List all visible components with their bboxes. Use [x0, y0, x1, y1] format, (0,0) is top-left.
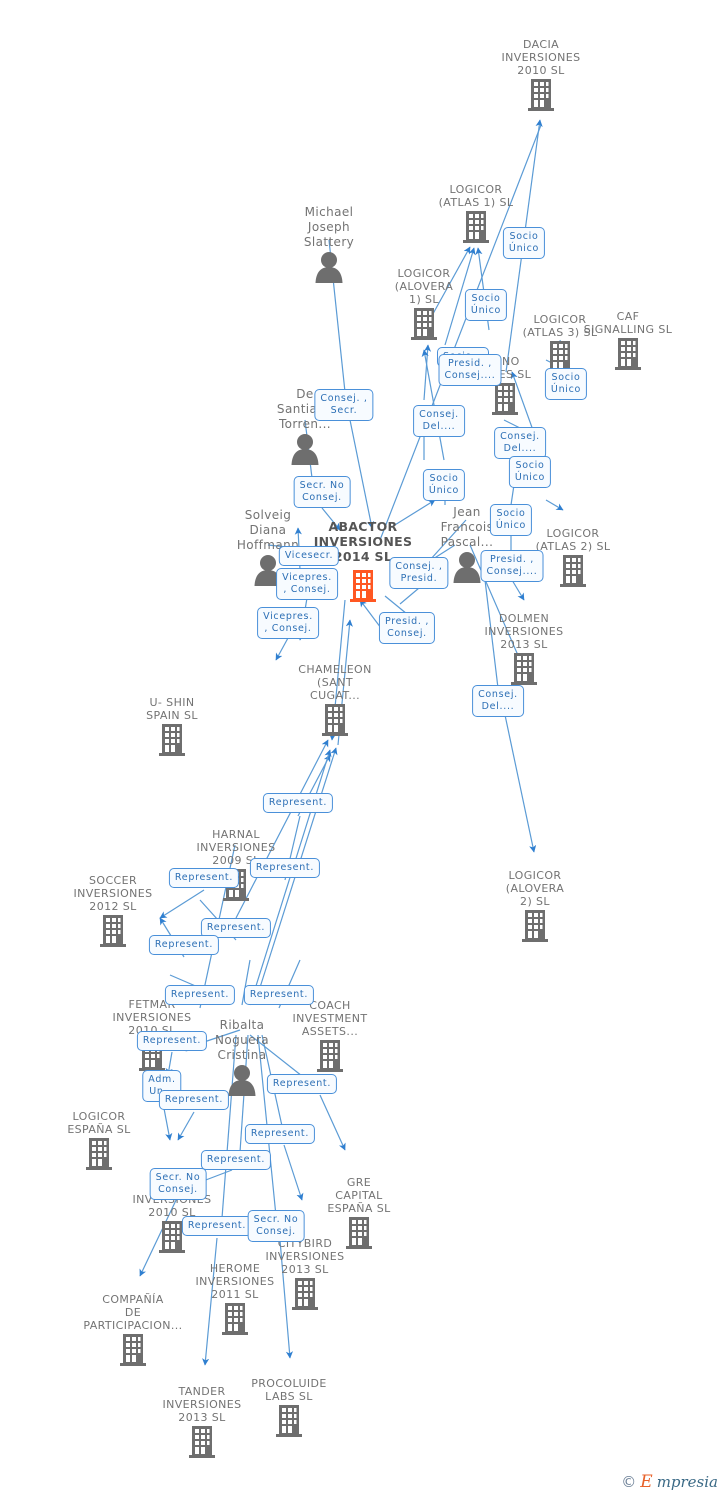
graph-edge [399, 587, 420, 605]
company-node-procoluide[interactable]: PROCOLUIDE LABS SL [234, 1377, 344, 1437]
company-node-alovera1[interactable]: LOGICOR (ALOVERA 1) SL [369, 267, 479, 340]
node-label: DACIA INVERSIONES 2010 SL [501, 38, 581, 77]
node-label: COMPAÑÍA DE PARTICIPACION... [83, 1293, 183, 1332]
relation-label-l30[interactable]: Represent. [266, 1074, 338, 1094]
company-icon [234, 1403, 344, 1437]
node-label: PROCOLUIDE LABS SL [251, 1377, 327, 1403]
node-label: LOGICOR (ATLAS 1) SL [438, 183, 514, 209]
relation-label-l14[interactable]: Secr. No Consej. [293, 476, 351, 508]
relation-label-l08[interactable]: Socio Único [422, 469, 466, 501]
relation-label-l06[interactable]: Consej. Del.... [413, 405, 465, 437]
node-label: LOGICOR (ALOVERA 2) SL [505, 869, 565, 908]
relationship-graph: DACIA INVERSIONES 2010 SL LOGICOR (ATLAS… [0, 0, 728, 1500]
node-label: CAF SIGNALLING SL [583, 310, 673, 336]
relation-label-l34[interactable]: Represent. [181, 1216, 253, 1236]
watermark: © E mpresia [621, 1472, 718, 1492]
focus-company-icon [343, 568, 383, 602]
relation-label-l17[interactable]: Vicepres. , Consej. [257, 607, 319, 639]
relation-label-l19[interactable]: Presid. , Consej. [378, 612, 436, 644]
relation-label-l25[interactable]: Represent. [164, 985, 236, 1005]
relation-label-l35[interactable]: Secr. No Consej. [247, 1210, 305, 1242]
company-node-logesp[interactable]: LOGICOR ESPAÑA SL [44, 1110, 154, 1170]
relation-label-l20[interactable]: Represent. [262, 793, 334, 813]
node-label: LOGICOR (ALOVERA 1) SL [394, 267, 454, 306]
relation-label-l03[interactable]: Socio Único [544, 368, 588, 400]
company-icon [117, 722, 227, 756]
person-node-michael[interactable]: Michael Joseph Slattery [274, 205, 384, 284]
relation-label-l02[interactable]: Socio Único [464, 289, 508, 321]
company-icon [78, 1332, 188, 1366]
company-icon [180, 1301, 290, 1335]
relation-label-l24[interactable]: Represent. [148, 935, 220, 955]
graph-edge [545, 499, 564, 511]
company-node-caf[interactable]: CAF SIGNALLING SL [573, 310, 683, 370]
copyright-symbol: © [621, 1473, 637, 1491]
graph-edge [275, 637, 289, 661]
relation-label-l21[interactable]: Represent. [249, 858, 321, 878]
relation-label-l32[interactable]: Represent. [200, 1150, 272, 1170]
node-label: GRE CAPITAL ESPAÑA SL [327, 1176, 391, 1215]
node-label: Michael Joseph Slattery [303, 205, 355, 249]
relation-label-l33[interactable]: Secr. No Consej. [149, 1168, 207, 1200]
company-node-alovera2[interactable]: LOGICOR (ALOVERA 2) SL [480, 869, 590, 942]
relation-label-l18[interactable]: Consej. , Presid. [389, 557, 449, 589]
graph-edge [504, 714, 537, 853]
graph-edge [177, 1111, 195, 1141]
relation-label-l29[interactable]: Represent. [158, 1090, 230, 1110]
brand-name: mpresia [656, 1473, 718, 1491]
brand-initial: E [640, 1472, 653, 1492]
person-icon [274, 250, 384, 284]
relation-label-l01[interactable]: Socio Único [502, 227, 546, 259]
company-icon [450, 381, 560, 415]
node-label: CHAMELEON (SANT CUGAT... [298, 663, 372, 702]
person-icon [250, 432, 360, 466]
relation-label-l12[interactable]: Consej. Del.... [472, 685, 524, 717]
node-label: U- SHIN SPAIN SL [146, 696, 198, 722]
relation-label-l26[interactable]: Represent. [243, 985, 315, 1005]
company-icon [369, 306, 479, 340]
relation-label-l15[interactable]: Vicesecr. [278, 546, 340, 566]
relation-label-l22[interactable]: Represent. [168, 868, 240, 888]
graph-edge [319, 1094, 346, 1151]
node-label: DOLMEN INVERSIONES 2013 SL [484, 612, 564, 651]
relation-label-l07[interactable]: Consej. Del.... [494, 427, 546, 459]
company-node-herome[interactable]: HEROME INVERSIONES 2011 SL [180, 1262, 290, 1335]
company-node-ushin[interactable]: U- SHIN SPAIN SL [117, 696, 227, 756]
relation-label-l27[interactable]: Represent. [136, 1031, 208, 1051]
center-node-icon[interactable] [343, 568, 383, 602]
relation-label-l05[interactable]: Presid. , Consej.... [438, 354, 502, 386]
relation-label-l11[interactable]: Presid. , Consej.... [480, 550, 544, 582]
company-icon [480, 908, 590, 942]
relation-label-l09[interactable]: Socio Único [508, 456, 552, 488]
node-label: LOGICOR ESPAÑA SL [67, 1110, 131, 1136]
company-icon [44, 1136, 154, 1170]
company-icon [280, 702, 390, 736]
company-node-compania[interactable]: COMPAÑÍA DE PARTICIPACION... [78, 1293, 188, 1366]
graph-edge [283, 1144, 304, 1201]
company-icon [573, 336, 683, 370]
relation-label-l16[interactable]: Vicepres. , Consej. [276, 568, 338, 600]
company-node-dolmen[interactable]: DOLMEN INVERSIONES 2013 SL [469, 612, 579, 685]
company-node-chameleon[interactable]: CHAMELEON (SANT CUGAT... [280, 663, 390, 736]
node-label: SOCCER INVERSIONES 2012 SL [73, 874, 153, 913]
company-node-dacia[interactable]: DACIA INVERSIONES 2010 SL [486, 38, 596, 111]
company-icon [469, 651, 579, 685]
relation-label-l10[interactable]: Socio Único [489, 504, 533, 536]
company-icon [486, 77, 596, 111]
relation-label-l31[interactable]: Represent. [244, 1124, 316, 1144]
node-label: HEROME INVERSIONES 2011 SL [195, 1262, 275, 1301]
relation-label-l13[interactable]: Consej. , Secr. [314, 389, 374, 421]
